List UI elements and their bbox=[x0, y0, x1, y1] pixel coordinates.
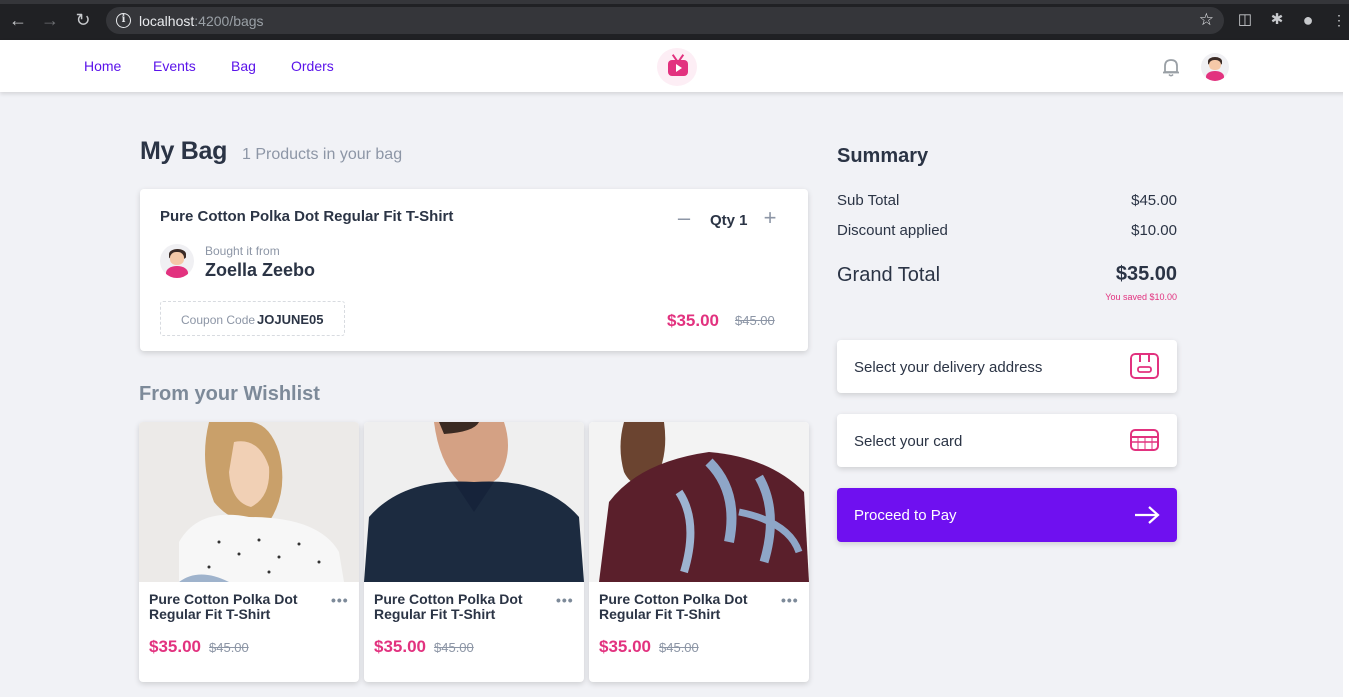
menu-icon[interactable]: ⋮ bbox=[1330, 11, 1348, 29]
page-title: My Bag bbox=[140, 137, 228, 165]
tab-strip bbox=[0, 0, 1349, 4]
url-host: localhost bbox=[139, 13, 195, 29]
wishlist-item-price: $35.00 bbox=[374, 637, 426, 656]
address-bar[interactable]: i localhost:4200/bags ☆ bbox=[106, 7, 1224, 34]
wishlist-item-original-price: $45.00 bbox=[434, 640, 474, 655]
card-select[interactable]: Select your card bbox=[837, 414, 1177, 467]
nav-events[interactable]: Events bbox=[153, 58, 196, 74]
wishlist-item-original-price: $45.00 bbox=[209, 640, 249, 655]
credit-card-icon bbox=[1130, 429, 1159, 451]
url-path: :4200/bags bbox=[194, 13, 264, 29]
puzzle-icon[interactable]: ✱ bbox=[1268, 11, 1286, 29]
card-select-label: Select your card bbox=[854, 433, 963, 450]
url-text[interactable]: localhost:4200/bags bbox=[139, 13, 264, 29]
back-arrow-icon[interactable]: ← bbox=[8, 10, 28, 30]
wishlist-item-name[interactable]: Pure Cotton Polka Dot Regular Fit T-Shir… bbox=[374, 592, 544, 622]
plus-icon[interactable]: + bbox=[760, 206, 780, 230]
wishlist-item-original-price: $45.00 bbox=[659, 640, 699, 655]
bag-item-card: Pure Cotton Polka Dot Regular Fit T-Shir… bbox=[140, 189, 808, 351]
wishlist-item[interactable]: Pure Cotton Polka Dot Regular Fit T-Shir… bbox=[364, 422, 584, 682]
product-image[interactable] bbox=[589, 422, 809, 582]
subtotal-label: Sub Total bbox=[837, 192, 900, 209]
minus-icon[interactable]: – bbox=[674, 206, 694, 230]
product-image[interactable] bbox=[139, 422, 359, 582]
more-icon[interactable]: ••• bbox=[556, 592, 574, 608]
coupon-code: JOJUNE05 bbox=[257, 312, 324, 327]
original-price: $45.00 bbox=[735, 313, 775, 328]
scrollbar[interactable] bbox=[1343, 40, 1349, 697]
product-name[interactable]: Pure Cotton Polka Dot Regular Fit T-Shir… bbox=[160, 208, 453, 225]
seller-avatar bbox=[160, 244, 194, 278]
wishlist-item-name[interactable]: Pure Cotton Polka Dot Regular Fit T-Shir… bbox=[599, 592, 769, 622]
reload-icon[interactable]: ↻ bbox=[73, 10, 93, 30]
wishlist-item-name[interactable]: Pure Cotton Polka Dot Regular Fit T-Shir… bbox=[149, 592, 319, 622]
wishlist-item[interactable]: Pure Cotton Polka Dot Regular Fit T-Shir… bbox=[589, 422, 809, 682]
discount-value: $10.00 bbox=[1131, 222, 1177, 239]
discount-label: Discount applied bbox=[837, 222, 948, 239]
delivery-address-label: Select your delivery address bbox=[854, 359, 1043, 376]
coupon-box[interactable]: Coupon Code JOJUNE05 bbox=[160, 301, 345, 336]
address-box-icon bbox=[1130, 353, 1159, 379]
savings-note: You saved $10.00 bbox=[1105, 292, 1177, 302]
quantity-label: Qty 1 bbox=[710, 212, 748, 229]
nav-home[interactable]: Home bbox=[84, 58, 121, 74]
bought-from-label: Bought it from bbox=[205, 244, 280, 258]
browser-toolbar: ← → ↻ i localhost:4200/bags ☆ ◫ ✱ ● ⋮ bbox=[0, 0, 1349, 40]
wishlist-title: From your Wishlist bbox=[139, 383, 320, 405]
product-image[interactable] bbox=[364, 422, 584, 582]
pay-button-label: Proceed to Pay bbox=[854, 507, 957, 524]
more-icon[interactable]: ••• bbox=[781, 592, 799, 608]
wishlist-item[interactable]: Pure Cotton Polka Dot Regular Fit T-Shir… bbox=[139, 422, 359, 682]
seller-name[interactable]: Zoella Zeebo bbox=[205, 260, 315, 281]
current-price: $35.00 bbox=[667, 311, 719, 330]
subtotal-value: $45.00 bbox=[1131, 192, 1177, 209]
extension-icon[interactable]: ◫ bbox=[1236, 11, 1254, 29]
nav-bag[interactable]: Bag bbox=[231, 58, 256, 74]
coupon-label: Coupon Code bbox=[181, 313, 256, 327]
app-header: Home Events Bag Orders bbox=[0, 40, 1349, 92]
page-subtitle: 1 Products in your bag bbox=[242, 146, 403, 163]
tv-logo-icon[interactable] bbox=[657, 48, 697, 86]
delivery-address-select[interactable]: Select your delivery address bbox=[837, 340, 1177, 393]
avatar[interactable] bbox=[1201, 53, 1229, 81]
summary-title: Summary bbox=[837, 145, 929, 167]
more-icon[interactable]: ••• bbox=[331, 592, 349, 608]
wishlist-item-price: $35.00 bbox=[599, 637, 651, 656]
info-icon[interactable]: i bbox=[116, 13, 131, 28]
proceed-to-pay-button[interactable]: Proceed to Pay bbox=[837, 488, 1177, 542]
grand-total-label: Grand Total bbox=[837, 264, 941, 286]
wishlist-item-price: $35.00 bbox=[149, 637, 201, 656]
nav-orders[interactable]: Orders bbox=[291, 58, 334, 74]
forward-arrow-icon[interactable]: → bbox=[40, 10, 60, 30]
arrow-right-icon bbox=[1135, 506, 1160, 524]
profile-icon[interactable]: ● bbox=[1299, 11, 1317, 29]
grand-total-value: $35.00 bbox=[1115, 263, 1177, 285]
star-icon[interactable]: ☆ bbox=[1199, 10, 1214, 30]
bell-icon[interactable] bbox=[1160, 56, 1182, 78]
